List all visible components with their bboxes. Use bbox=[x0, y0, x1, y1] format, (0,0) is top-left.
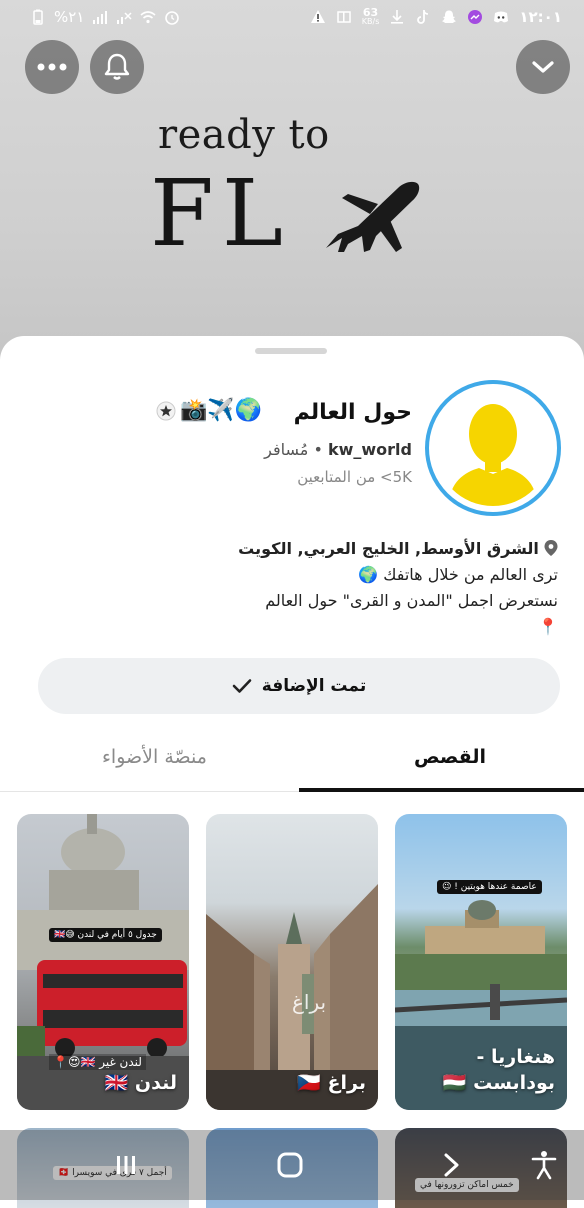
profile-name-text: حول العالم bbox=[293, 400, 412, 425]
home-icon bbox=[277, 1152, 303, 1178]
battery-icon bbox=[33, 9, 43, 25]
net-speed: 63 KB/s bbox=[361, 6, 380, 26]
tab-stories[interactable]: القصص bbox=[414, 746, 486, 768]
story-title: هنغاريا - بودابست 🇭🇺 bbox=[443, 1044, 555, 1096]
avatar-image bbox=[435, 390, 551, 506]
status-time: ١٢:٠١ bbox=[519, 8, 562, 26]
signal-off-icon bbox=[117, 12, 132, 24]
active-tab-indicator bbox=[299, 788, 584, 792]
bio-line3: 📍 bbox=[538, 617, 558, 636]
profile-username[interactable]: kw_world bbox=[328, 440, 412, 459]
bio-line1: ترى العالم من خلال هاتفك 🌍 bbox=[358, 565, 558, 584]
recent-apps-button[interactable] bbox=[86, 1130, 166, 1200]
story-title: لندن 🇬🇧 bbox=[105, 1070, 177, 1096]
story-title-line1: هنغاريا - bbox=[476, 1046, 556, 1068]
signal-icon bbox=[93, 11, 108, 24]
story-card-london[interactable]: جدول ٥ أيام في لندن 😅🇬🇧 لندن غير 🇬🇧😍📍 لن… bbox=[17, 814, 189, 1110]
added-button[interactable]: تمت الإضافة bbox=[38, 658, 560, 714]
story-overlay-text: براغ bbox=[292, 990, 327, 1014]
messenger-icon bbox=[468, 10, 483, 24]
profile-name: حول العالم bbox=[294, 400, 412, 425]
notification-bell-button[interactable] bbox=[90, 40, 144, 94]
airplane-icon bbox=[326, 181, 420, 252]
chevron-down-icon bbox=[532, 61, 554, 73]
status-bar: %٢١ 63 KB/s ١٢:٠١ bbox=[0, 0, 584, 34]
system-nav-bar bbox=[0, 1130, 584, 1200]
avatar[interactable] bbox=[425, 380, 561, 516]
profile-banner: ready to FL bbox=[0, 0, 584, 380]
accessibility-icon bbox=[531, 1151, 557, 1180]
profile-sheet: حول العالم 📸✈️🌍 kw_world • مُسافر 5K> من… bbox=[0, 336, 584, 1208]
back-button[interactable] bbox=[412, 1130, 492, 1200]
location-pin-icon bbox=[544, 540, 558, 556]
followers-count: 5K> من المتابعين bbox=[297, 468, 412, 486]
net-speed-value: 63 bbox=[362, 6, 379, 19]
accessibility-button[interactable] bbox=[504, 1130, 584, 1200]
more-dots-icon bbox=[37, 63, 67, 71]
net-speed-unit: KB/s bbox=[361, 17, 380, 26]
story-title-line2: بودابست 🇭🇺 bbox=[442, 1072, 555, 1094]
default-avatar-icon bbox=[449, 404, 537, 506]
profile-name-decorations: 📸✈️🌍 bbox=[156, 398, 262, 423]
added-button-label: تمت الإضافة bbox=[261, 676, 367, 696]
chevron-right-icon bbox=[444, 1153, 459, 1177]
profile-name-emojis: 📸✈️🌍 bbox=[180, 398, 263, 423]
sheet-drag-handle[interactable] bbox=[255, 348, 327, 354]
download-icon bbox=[391, 10, 404, 24]
collapse-button[interactable] bbox=[516, 40, 570, 94]
wifi-icon bbox=[140, 11, 156, 24]
story-card-budapest[interactable]: عاصمة عندها هوبتين ! 😉 هنغاريا - بودابست… bbox=[395, 814, 567, 1110]
battery-percent: %٢١ bbox=[54, 8, 85, 26]
snapchat-icon bbox=[442, 10, 457, 23]
story-card-prague[interactable]: براغ براغ 🇨🇿 bbox=[206, 814, 378, 1110]
bell-icon bbox=[104, 53, 130, 80]
profile-bio: الشرق الأوسط, الخليج العربي, الكويت ترى … bbox=[38, 536, 558, 640]
recent-apps-icon bbox=[117, 1156, 135, 1174]
warning-icon bbox=[310, 10, 325, 23]
banner-text-line2: FL bbox=[150, 160, 291, 267]
prague-street-image bbox=[206, 884, 378, 1110]
bio-location: الشرق الأوسط, الخليج العربي, الكويت bbox=[238, 539, 539, 558]
story-title-line1: براغ 🇨🇿 bbox=[297, 1072, 366, 1094]
alarm-icon bbox=[165, 11, 180, 25]
profile-category: مُسافر bbox=[264, 440, 309, 459]
checkmark-icon bbox=[232, 679, 252, 693]
profile-meta: kw_world • مُسافر bbox=[264, 440, 412, 459]
tiktok-icon bbox=[417, 10, 429, 24]
story-sticker: جدول ٥ أيام في لندن 😅🇬🇧 bbox=[49, 928, 162, 942]
home-button[interactable] bbox=[250, 1130, 330, 1200]
story-overlay-text: لندن غير 🇬🇧😍📍 bbox=[49, 1054, 146, 1070]
bio-location-row: الشرق الأوسط, الخليج العربي, الكويت bbox=[38, 536, 558, 562]
bio-line2: نستعرض اجمل "المدن و القرى" حول العالم bbox=[265, 591, 558, 610]
more-options-button[interactable] bbox=[25, 40, 79, 94]
banner-text-line1: ready to bbox=[158, 112, 330, 158]
sim-icon bbox=[337, 11, 351, 23]
story-title-line1: لندن 🇬🇧 bbox=[104, 1072, 177, 1094]
meta-separator: • bbox=[313, 440, 323, 459]
story-title: براغ 🇨🇿 bbox=[297, 1070, 366, 1096]
star-badge-icon bbox=[156, 401, 176, 420]
tab-spotlight[interactable]: منصّة الأضواء bbox=[102, 746, 207, 768]
discord-icon bbox=[494, 11, 509, 23]
story-sticker: عاصمة عندها هوبتين ! 😉 bbox=[437, 880, 542, 894]
